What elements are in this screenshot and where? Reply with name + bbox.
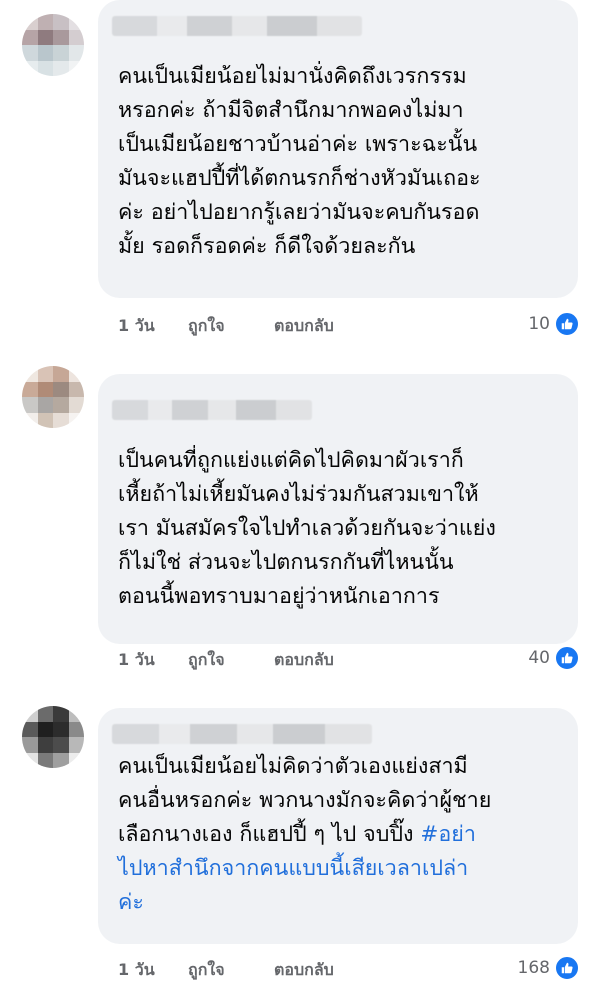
author-name-blurred[interactable] (112, 16, 362, 36)
reply-button[interactable]: ตอบกลับ (274, 314, 334, 338)
like-button[interactable]: ถูกใจ (188, 314, 274, 338)
comment-timestamp[interactable]: 1 วัน (118, 648, 188, 672)
reply-button[interactable]: ตอบกลับ (274, 648, 334, 672)
avatar[interactable] (22, 706, 84, 768)
avatar[interactable] (22, 14, 84, 76)
comment-timestamp[interactable]: 1 วัน (118, 314, 188, 338)
comment-actions: 1 วัน ถูกใจ ตอบกลับ (118, 648, 334, 672)
reaction-summary[interactable]: 40 (528, 645, 580, 671)
comment: คนเป็นเมียน้อยไม่คิดว่าตัวเองแย่งสามี คน… (0, 700, 600, 998)
thumbs-up-icon (554, 645, 580, 671)
reaction-count: 40 (528, 648, 550, 668)
comment-actions: 1 วัน ถูกใจ ตอบกลับ (118, 314, 334, 338)
like-button[interactable]: ถูกใจ (188, 958, 274, 982)
like-button[interactable]: ถูกใจ (188, 648, 274, 672)
reply-button[interactable]: ตอบกลับ (274, 958, 334, 982)
comment-text: คนเป็นเมียน้อยไม่คิดว่าตัวเองแย่งสามี คน… (118, 750, 562, 920)
comment-bubble: เป็นคนที่ถูกแย่งแต่คิดไปคิดมาผัวเราก็ เห… (98, 374, 578, 644)
comment-text: คนเป็นเมียน้อยไม่มานั่งคิดถึงเวรกรรม หรอ… (118, 64, 481, 259)
reaction-count: 10 (528, 314, 550, 334)
comment-bubble: คนเป็นเมียน้อยไม่มานั่งคิดถึงเวรกรรม หรอ… (98, 0, 578, 298)
author-name-blurred[interactable] (112, 400, 312, 420)
thumbs-up-icon (554, 955, 580, 981)
reaction-summary[interactable]: 10 (528, 311, 580, 337)
author-name-blurred[interactable] (112, 724, 372, 744)
comment: คนเป็นเมียน้อยไม่มานั่งคิดถึงเวรกรรม หรอ… (0, 0, 600, 340)
thumbs-up-icon (554, 311, 580, 337)
comment: เป็นคนที่ถูกแย่งแต่คิดไปคิดมาผัวเราก็ เห… (0, 360, 600, 690)
reaction-count: 168 (517, 958, 550, 978)
comment-text: เป็นคนที่ถูกแย่งแต่คิดไปคิดมาผัวเราก็ เห… (118, 448, 496, 609)
comment-bubble: คนเป็นเมียน้อยไม่คิดว่าตัวเองแย่งสามี คน… (98, 708, 578, 944)
reaction-summary[interactable]: 168 (518, 955, 580, 981)
comment-timestamp[interactable]: 1 วัน (118, 958, 188, 982)
comment-actions: 1 วัน ถูกใจ ตอบกลับ (118, 958, 334, 982)
avatar[interactable] (22, 366, 84, 428)
